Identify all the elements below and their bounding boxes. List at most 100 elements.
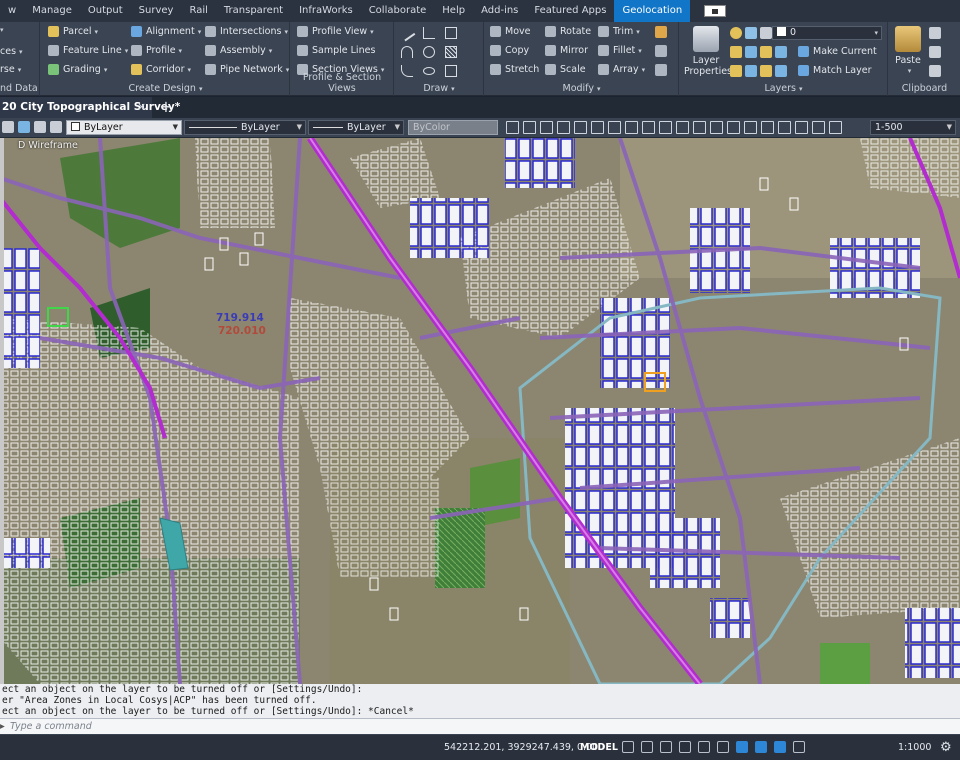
copy-clip-icon[interactable] (929, 46, 941, 58)
panel-label-layers[interactable]: Layers ▾ (680, 83, 887, 94)
layer-off-icon[interactable] (745, 46, 757, 58)
circle-icon[interactable] (423, 46, 435, 58)
isodraft-icon[interactable] (698, 741, 710, 753)
dim-arc-icon[interactable] (540, 121, 553, 134)
dim-baseline-icon[interactable] (659, 121, 672, 134)
sample-lines-button[interactable]: Sample Lines (297, 45, 375, 56)
tolerance-icon[interactable] (727, 121, 740, 134)
center-mark-icon[interactable] (744, 121, 757, 134)
dim-jogged-icon[interactable] (591, 121, 604, 134)
layer-walk-icon[interactable] (745, 65, 757, 77)
layer-merge-icon[interactable] (775, 65, 787, 77)
inspect-icon[interactable] (761, 121, 774, 134)
menu-item-geolocation[interactable]: Geolocation (614, 0, 691, 22)
panel-label-modify[interactable]: Modify ▾ (485, 83, 678, 94)
erase-icon[interactable] (655, 26, 667, 38)
dim-break-icon[interactable] (710, 121, 723, 134)
object-snap-icon[interactable] (736, 741, 748, 753)
spline-icon[interactable] (401, 65, 413, 77)
menu-item-w[interactable]: w (0, 0, 24, 22)
explode-icon[interactable] (655, 45, 667, 57)
dim-angular-icon[interactable] (625, 121, 638, 134)
layer-dropdown[interactable]: 0 ▾ (772, 26, 882, 40)
auto-scale-icon[interactable] (793, 741, 805, 753)
workspace-toggle-icon[interactable] (704, 5, 727, 17)
move-button[interactable]: Move (490, 26, 530, 37)
ellipse-icon[interactable] (423, 67, 435, 75)
assembly-button[interactable]: Assembly ▾ (205, 45, 272, 56)
dim-continue-icon[interactable] (676, 121, 689, 134)
menu-item-featured-apps[interactable]: Featured Apps (526, 0, 614, 22)
menu-item-transparent[interactable]: Transparent (216, 0, 291, 22)
dim-space-icon[interactable] (693, 121, 706, 134)
dim-quick-icon[interactable] (642, 121, 655, 134)
layer-freeze-icon[interactable] (745, 27, 757, 39)
profile-view-button[interactable]: Profile View ▾ (297, 26, 374, 37)
layer-states-icon[interactable] (2, 121, 14, 133)
make-current-button[interactable]: Make Current (798, 46, 877, 57)
annotation-scale-status[interactable]: 1:1000 (898, 742, 931, 753)
grading-button[interactable]: Grading ▾ (48, 64, 107, 75)
grid-icon[interactable] (622, 741, 634, 753)
ribbon-item-partial-1[interactable]: ▾ (0, 26, 4, 34)
menu-item-add-ins[interactable]: Add-ins (473, 0, 526, 22)
intersections-button[interactable]: Intersections ▾ (205, 26, 288, 37)
layer-lock-icon[interactable] (760, 27, 772, 39)
table-draw-icon[interactable] (445, 65, 457, 77)
panel-label-ground-data[interactable]: nd Data (0, 83, 39, 94)
dim-text-edit-icon[interactable] (812, 121, 825, 134)
pipe-network-button[interactable]: Pipe Network ▾ (205, 64, 289, 75)
dim-update-icon[interactable] (829, 121, 842, 134)
annotation-visibility-icon[interactable] (774, 741, 786, 753)
object-snap-tracking-icon[interactable] (717, 741, 729, 753)
stretch-button[interactable]: Stretch (490, 64, 539, 75)
alignment-button[interactable]: Alignment ▾ (131, 26, 201, 37)
layer-match-toolbar-icon[interactable] (50, 121, 62, 133)
gear-icon[interactable]: ⚙ (940, 740, 952, 755)
menu-item-manage[interactable]: Manage (24, 0, 80, 22)
menu-item-infraworks[interactable]: InfraWorks (291, 0, 361, 22)
snap-icon[interactable] (641, 741, 653, 753)
copy-button[interactable]: Copy (490, 45, 529, 56)
menu-item-rail[interactable]: Rail (181, 0, 215, 22)
fillet-button[interactable]: Fillet ▾ (598, 45, 642, 56)
trim-button[interactable]: Trim ▾ (598, 26, 640, 37)
layer-unisolate-icon[interactable] (760, 46, 772, 58)
new-tab-button[interactable]: + (158, 97, 174, 118)
layer-unlock-icon[interactable] (760, 65, 772, 77)
dim-linear-icon[interactable] (506, 121, 519, 134)
match-layer-button[interactable]: Match Layer (798, 65, 872, 76)
line-icon[interactable] (398, 24, 416, 42)
scale-button[interactable]: Scale (545, 64, 586, 75)
dim-diameter-icon[interactable] (608, 121, 621, 134)
jogged-linear-icon[interactable] (778, 121, 791, 134)
viewport-controls[interactable]: D Wireframe (18, 140, 78, 151)
menu-item-collaborate[interactable]: Collaborate (361, 0, 435, 22)
layer-on-icon[interactable] (730, 27, 742, 39)
ortho-icon[interactable] (660, 741, 672, 753)
menu-item-help[interactable]: Help (434, 0, 473, 22)
mirror-button[interactable]: Mirror (545, 45, 588, 56)
lineweight-icon[interactable] (755, 741, 767, 753)
dim-ordinate-icon[interactable] (557, 121, 570, 134)
dim-radius-icon[interactable] (574, 121, 587, 134)
model-space-button[interactable]: MODEL (580, 742, 618, 753)
arc-icon[interactable] (401, 46, 413, 58)
layer-properties-button[interactable]: Layer Properties (684, 26, 732, 77)
menu-item-survey[interactable]: Survey (131, 0, 182, 22)
color-dropdown[interactable]: ByLayer ▼ (66, 120, 182, 135)
parcel-button[interactable]: Parcel ▾ (48, 26, 98, 37)
match-properties-icon[interactable] (929, 65, 941, 77)
layer-freeze2-icon[interactable] (775, 46, 787, 58)
dim-aligned-icon[interactable] (523, 121, 536, 134)
panel-label-draw[interactable]: Draw ▾ (395, 83, 483, 94)
linetype-dropdown[interactable]: ByLayer ▼ (184, 120, 306, 135)
cut-icon[interactable] (929, 27, 941, 39)
rotate-button[interactable]: Rotate (545, 26, 591, 37)
document-tab[interactable]: 20 City Topographical Survey* × (0, 97, 180, 118)
drawing-canvas[interactable]: D Wireframe 719.914 720.010 (0, 138, 960, 684)
annotation-scale-dropdown[interactable]: 1-500 ▼ (870, 120, 956, 135)
layer-walk-toolbar-icon[interactable] (34, 121, 46, 133)
ribbon-item-partial-2[interactable]: ces ▾ (0, 46, 23, 57)
menu-item-output[interactable]: Output (80, 0, 131, 22)
